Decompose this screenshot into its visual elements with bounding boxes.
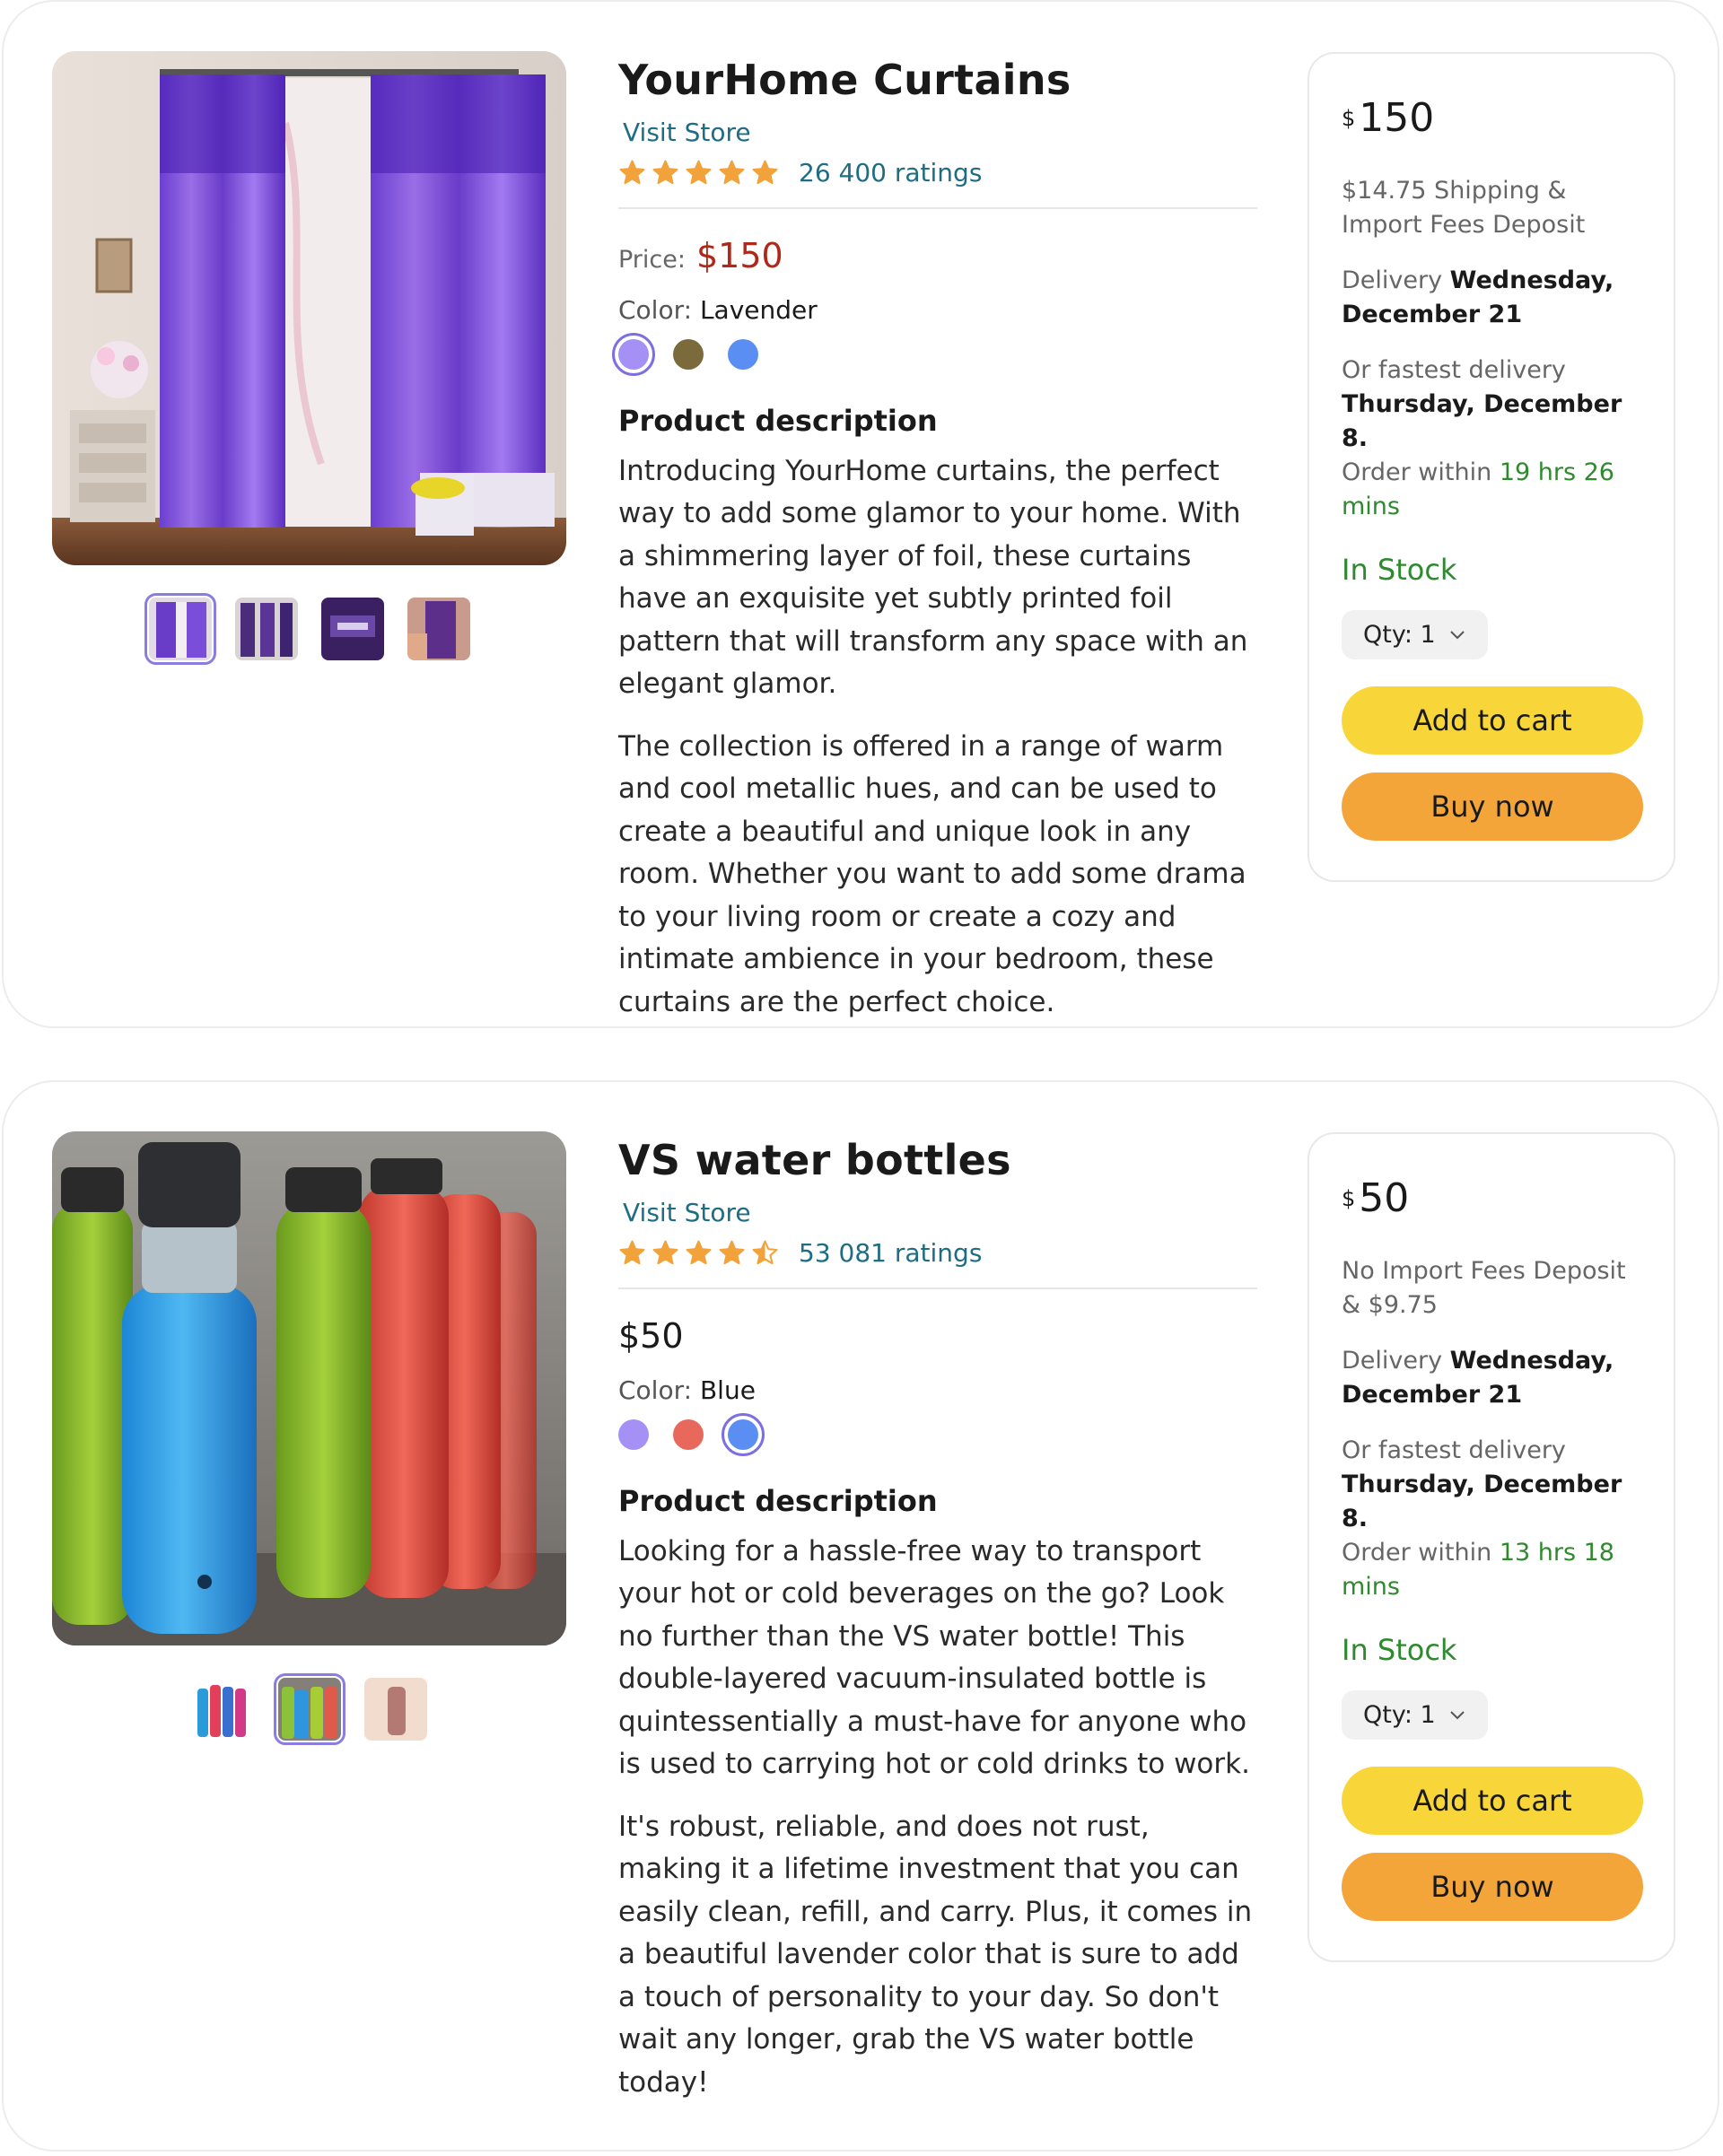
star-icon — [719, 1240, 745, 1264]
stock-status: In Stock — [1342, 1633, 1457, 1667]
color-swatch[interactable] — [722, 1412, 765, 1456]
rating-stars — [618, 1239, 779, 1267]
description-paragraph: It's robust, reliable, and does not rust… — [618, 1810, 1253, 2099]
rating-stars — [618, 159, 779, 187]
star-icon — [652, 1240, 678, 1264]
color-swatch[interactable] — [673, 338, 704, 370]
product-card: VS water bottles Visit Store 53 081 rati… — [2, 1080, 1719, 2152]
add-to-cart-button[interactable]: Add to cart — [1342, 1767, 1643, 1835]
visit-store-link[interactable]: Visit Store — [623, 1198, 751, 1227]
color-name: Lavender — [699, 294, 818, 325]
thumbnail[interactable] — [320, 598, 384, 660]
color-name: Blue — [699, 1375, 756, 1405]
star-icon — [719, 160, 745, 184]
currency-symbol: $ — [1342, 106, 1356, 131]
buybox-price: $ 150 — [1342, 99, 1641, 138]
delivery-info: Delivery Wednesday, December 21 — [1342, 1344, 1641, 1412]
color-swatch[interactable] — [728, 338, 758, 370]
color-swatches — [612, 332, 1257, 376]
rating-row: 53 081 ratings — [618, 1238, 1257, 1268]
buy-now-button[interactable]: Buy now — [1342, 1853, 1643, 1921]
star-icon — [686, 160, 712, 184]
quantity-label: Qty: 1 — [1363, 1701, 1436, 1729]
description-paragraph: Looking for a hassle-free way to transpo… — [618, 1534, 1250, 1781]
thumbnail[interactable] — [234, 598, 298, 660]
product-card: YourHome Curtains Visit Store 26 400 rat… — [2, 0, 1719, 1028]
color-row: Color: Blue — [618, 1375, 1257, 1405]
product-info: YourHome Curtains Visit Store 26 400 rat… — [612, 56, 1257, 1024]
ratings-count-link[interactable]: 26 400 ratings — [799, 158, 982, 188]
order-within-label: Order within — [1342, 458, 1492, 486]
color-row: Color: Lavender — [618, 295, 1257, 325]
color-swatch[interactable] — [618, 1418, 649, 1450]
product-title: VS water bottles — [618, 1136, 1011, 1184]
price-amount: 150 — [1359, 95, 1435, 141]
price-amount: 50 — [1359, 1175, 1410, 1221]
thumbnail[interactable] — [144, 593, 216, 665]
rating-row: 26 400 ratings — [618, 158, 1257, 188]
price-value: $50 — [618, 1315, 684, 1356]
fastest-delivery-info: Or fastest delivery Thursday, December 8… — [1342, 354, 1641, 524]
product-media — [52, 1131, 566, 1745]
thumbnail-strip — [52, 1673, 566, 1745]
description-paragraph: Introducing YourHome curtains, the perfe… — [618, 454, 1248, 701]
chevron-down-icon — [1450, 630, 1465, 639]
ratings-count-link[interactable]: 53 081 ratings — [799, 1238, 982, 1268]
fastest-date: Thursday, December 8. — [1342, 1471, 1622, 1532]
quantity-select[interactable]: Qty: 1 — [1342, 610, 1488, 659]
quantity-select[interactable]: Qty: 1 — [1342, 1690, 1488, 1740]
product-main-image[interactable] — [52, 1131, 566, 1645]
divider — [618, 1287, 1257, 1289]
star-icon — [752, 1240, 778, 1264]
buy-box: $ 50 No Import Fees Deposit & $9.75 Deli… — [1308, 1132, 1675, 1962]
add-to-cart-button[interactable]: Add to cart — [1342, 686, 1643, 755]
price-label: Price: — [618, 245, 686, 274]
currency-symbol: $ — [1342, 1186, 1356, 1211]
thumbnail[interactable] — [273, 1673, 345, 1745]
color-swatch[interactable] — [612, 332, 655, 376]
star-icon — [752, 160, 778, 184]
shipping-info: $14.75 Shipping & Import Fees Deposit — [1342, 177, 1586, 239]
delivery-label: Delivery — [1342, 1347, 1443, 1375]
order-within-label: Order within — [1342, 1539, 1492, 1567]
thumbnail[interactable] — [407, 598, 470, 660]
star-icon — [619, 1240, 645, 1264]
fastest-delivery-info: Or fastest delivery Thursday, December 8… — [1342, 1434, 1641, 1604]
buybox-price: $ 50 — [1342, 1179, 1641, 1218]
buy-box: $ 150 $14.75 Shipping & Import Fees Depo… — [1308, 52, 1675, 882]
description-paragraph: The collection is offered in a range of … — [618, 729, 1246, 1018]
product-title: YourHome Curtains — [618, 56, 1071, 104]
chevron-down-icon — [1450, 1710, 1465, 1719]
fastest-label: Or fastest delivery — [1342, 1436, 1566, 1464]
thumbnail-strip — [52, 593, 566, 665]
color-label: Color: — [618, 1375, 693, 1405]
thumbnail[interactable] — [363, 1678, 427, 1741]
star-icon — [652, 160, 678, 184]
description-heading: Product description — [618, 1483, 938, 1518]
visit-store-link[interactable]: Visit Store — [623, 118, 751, 147]
fastest-label: Or fastest delivery — [1342, 356, 1566, 384]
product-info: VS water bottles Visit Store 53 081 rati… — [618, 1138, 1257, 2104]
color-swatch[interactable] — [673, 1418, 704, 1450]
product-media — [52, 51, 566, 665]
description-heading: Product description — [618, 403, 938, 438]
color-swatches — [618, 1412, 1257, 1456]
stock-status: In Stock — [1342, 553, 1457, 587]
fastest-date: Thursday, December 8. — [1342, 390, 1622, 452]
buy-now-button[interactable]: Buy now — [1342, 772, 1643, 841]
delivery-info: Delivery Wednesday, December 21 — [1342, 264, 1641, 332]
product-main-image[interactable] — [52, 51, 566, 565]
star-icon — [619, 160, 645, 184]
quantity-label: Qty: 1 — [1363, 621, 1436, 649]
price-row: Price: $150 — [618, 236, 1257, 275]
color-label: Color: — [618, 294, 693, 325]
star-icon — [686, 1240, 712, 1264]
thumbnail[interactable] — [191, 1678, 255, 1741]
divider — [618, 206, 1257, 209]
price-value: $150 — [695, 235, 783, 275]
delivery-label: Delivery — [1342, 266, 1443, 294]
shipping-info: No Import Fees Deposit & $9.75 — [1342, 1257, 1626, 1319]
